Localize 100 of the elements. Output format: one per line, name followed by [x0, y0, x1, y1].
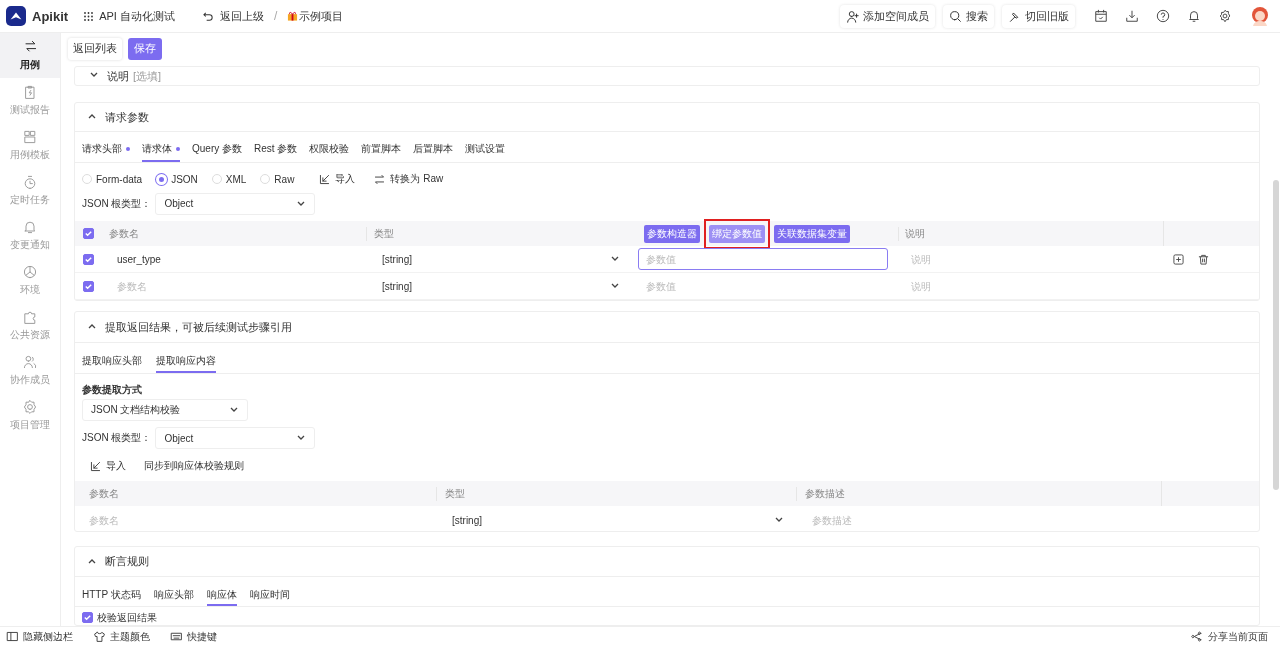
- type-select[interactable]: [string]: [436, 514, 796, 526]
- description-field[interactable]: 说明: [898, 275, 1163, 297]
- sidebar-icon: [6, 630, 19, 643]
- back-link[interactable]: 返回上级: [219, 8, 264, 24]
- section-title: 请求参数: [105, 109, 149, 125]
- action-link[interactable]: 导入: [89, 459, 126, 473]
- section-title: 提取返回结果，可被后续测试步骤引用: [105, 319, 292, 335]
- checkbox-label: 校验返回结果: [97, 610, 157, 625]
- footer-button[interactable]: 隐藏侧边栏: [6, 629, 73, 644]
- column-header: 参数描述: [796, 486, 1161, 501]
- template-icon: [22, 129, 38, 145]
- description-field[interactable]: 参数描述: [796, 509, 1161, 531]
- type-select[interactable]: [string]: [366, 280, 638, 292]
- share-icon: [1191, 630, 1204, 643]
- report-icon: [22, 84, 38, 100]
- action-link[interactable]: 同步到响应体校验规则: [144, 459, 244, 473]
- app-name: Apikit: [32, 8, 69, 24]
- cases-icon: [22, 39, 38, 55]
- back-button[interactable]: 返回列表: [68, 37, 122, 60]
- tab[interactable]: 提取响应内容: [156, 351, 216, 373]
- toolbar-button[interactable]: 添加空间成员: [840, 4, 935, 28]
- people-icon: [22, 354, 38, 370]
- footer-button[interactable]: 快捷键: [170, 629, 217, 644]
- tab[interactable]: Query 参数: [192, 138, 242, 162]
- column-header: 类型: [366, 226, 638, 241]
- tab[interactable]: 前置脚本: [361, 138, 402, 162]
- root-type-select[interactable]: Object: [155, 427, 316, 449]
- tab[interactable]: 后置脚本: [413, 138, 454, 162]
- checkbox[interactable]: [82, 280, 94, 292]
- bell-icon: [22, 219, 38, 235]
- avatar[interactable]: [1250, 6, 1270, 26]
- tab[interactable]: 响应时间: [249, 585, 290, 606]
- tab[interactable]: HTTP 状态码: [82, 585, 141, 606]
- tab[interactable]: 请求体: [142, 138, 180, 162]
- member-icon: [846, 9, 859, 23]
- radio-option[interactable]: Form-data: [82, 173, 143, 185]
- radio-option[interactable]: JSON: [156, 173, 198, 185]
- settings-icon[interactable]: [1218, 9, 1232, 23]
- column-header: 说明: [898, 226, 1163, 241]
- field-label: JSON 根类型：: [82, 196, 152, 211]
- tab[interactable]: 测试设置: [465, 138, 506, 162]
- puzzle-icon: [22, 309, 38, 325]
- tab[interactable]: 请求头部: [82, 138, 130, 162]
- sidebar-item[interactable]: 用例: [0, 33, 60, 78]
- column-header: 参数名: [108, 226, 140, 241]
- column-header: 类型: [436, 486, 796, 501]
- scrollbar[interactable]: [1273, 180, 1279, 490]
- value-tool-button[interactable]: 关联数据集变量: [774, 224, 850, 243]
- timer-icon: [22, 174, 38, 190]
- space-name[interactable]: API 自动化测试: [99, 8, 175, 24]
- optional-hint: [选填]: [133, 68, 162, 84]
- radio-option[interactable]: Raw: [260, 173, 295, 185]
- checkbox[interactable]: [82, 612, 93, 623]
- help-icon[interactable]: [1156, 9, 1170, 23]
- download-icon[interactable]: [1125, 9, 1139, 23]
- param-name-field[interactable]: user_type: [101, 248, 366, 270]
- search-icon: [949, 9, 962, 23]
- undo-icon[interactable]: [202, 10, 214, 22]
- tab[interactable]: Rest 参数: [254, 138, 298, 162]
- gear-icon: [22, 399, 38, 415]
- field-label: JSON 根类型：: [82, 431, 152, 445]
- calendar-icon[interactable]: [1094, 9, 1108, 23]
- tab[interactable]: 响应体: [206, 585, 237, 606]
- action-link[interactable]: 导入: [318, 172, 356, 186]
- tab[interactable]: 响应头部: [153, 585, 194, 606]
- root-type-select[interactable]: Object: [155, 192, 316, 215]
- field-label: 参数提取方式: [81, 382, 143, 397]
- share-button[interactable]: 分享当前页面: [1191, 629, 1268, 644]
- param-value-field[interactable]: 参数值: [638, 248, 888, 270]
- checkbox[interactable]: [82, 228, 94, 239]
- tab[interactable]: 提取响应头部: [82, 351, 142, 373]
- add-row-icon[interactable]: [1173, 253, 1184, 265]
- param-name-field[interactable]: 参数名: [101, 275, 366, 297]
- column-header: 参数名: [88, 486, 120, 501]
- save-button[interactable]: 保存: [128, 37, 162, 60]
- action-link[interactable]: 转换为 Raw: [373, 172, 444, 186]
- section-title: 断言规则: [105, 554, 149, 569]
- tab[interactable]: 权限校验: [309, 138, 350, 162]
- description-field[interactable]: 说明: [898, 248, 1163, 270]
- delete-icon[interactable]: [1198, 253, 1209, 265]
- breadcrumb-separator: /: [273, 9, 278, 23]
- project-name[interactable]: 示例项目: [299, 8, 344, 24]
- param-value-field[interactable]: 参数值: [638, 275, 888, 297]
- apps-grid-icon[interactable]: [84, 11, 94, 21]
- footer-button[interactable]: 主题颜色: [93, 629, 150, 644]
- type-select[interactable]: [string]: [366, 253, 638, 265]
- radio-option[interactable]: XML: [211, 173, 247, 185]
- bell-icon[interactable]: [1187, 9, 1201, 23]
- shirt-icon: [93, 630, 106, 643]
- value-tool-button[interactable]: 参数构造器: [644, 224, 700, 243]
- toolbar-button[interactable]: 搜索: [943, 4, 994, 28]
- convert-icon: [373, 172, 387, 186]
- checkbox[interactable]: [82, 253, 94, 265]
- logo-icon[interactable]: [6, 6, 26, 26]
- section-title: 说明: [107, 68, 129, 84]
- import-icon: [89, 459, 102, 473]
- toolbar-button[interactable]: 切回旧版: [1002, 4, 1075, 28]
- keyboard-icon: [170, 630, 183, 643]
- extract-method-select[interactable]: JSON 文档结构校验: [82, 399, 248, 421]
- param-name-field[interactable]: 参数名: [75, 509, 436, 531]
